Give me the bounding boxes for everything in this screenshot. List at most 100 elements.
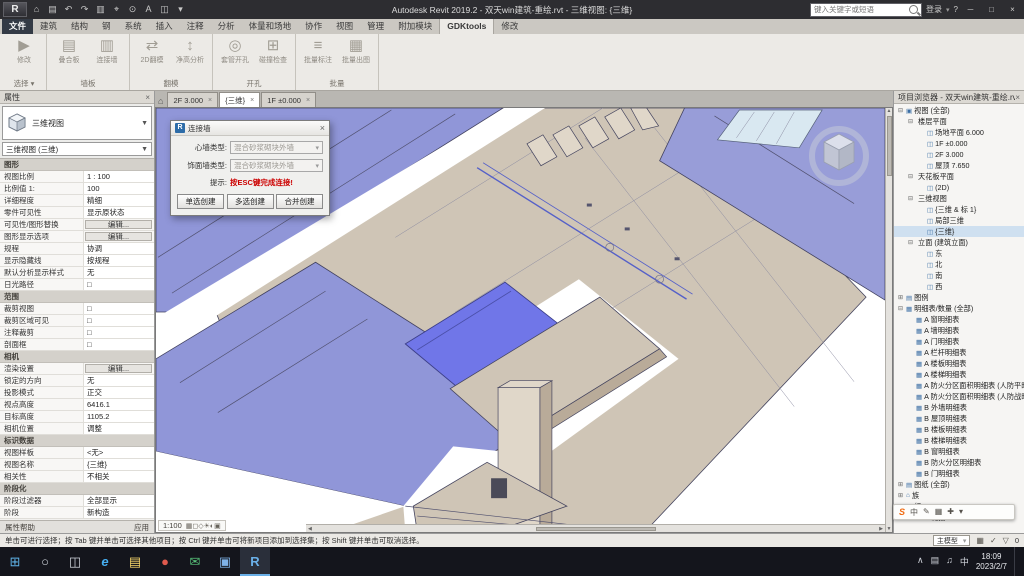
tree-item[interactable]: ⊟ ▣ 视图 (全部) bbox=[894, 105, 1024, 116]
tree-item[interactable]: ▦ B 屋顶明细表 bbox=[894, 413, 1024, 424]
view-tab-close-icon[interactable]: × bbox=[208, 97, 212, 104]
tree-item[interactable]: ⊞ ▤ 图例 bbox=[894, 292, 1024, 303]
tree-item[interactable]: ⊟ 天花板平面 bbox=[894, 171, 1024, 182]
tree-item[interactable]: ⊞ ⌂ 族 bbox=[894, 490, 1024, 501]
ribbon-tab[interactable]: 附加模块 bbox=[391, 19, 439, 34]
ribbon-button[interactable]: ◎套管开孔 bbox=[217, 35, 253, 78]
tree-item[interactable]: ▦ A 防火分区面积明细表 (人防战时) bbox=[894, 391, 1024, 402]
ribbon-tab[interactable]: 体量和场地 bbox=[242, 19, 299, 34]
property-row[interactable]: 图形显示选项编辑... bbox=[0, 231, 154, 243]
qat-button-icon[interactable]: ⌂ bbox=[29, 2, 44, 17]
qat-button-icon[interactable]: ◫ bbox=[157, 2, 172, 17]
scroll-up-icon[interactable]: ▲ bbox=[887, 108, 892, 114]
ime-logo-icon[interactable]: S bbox=[899, 507, 905, 517]
property-row[interactable]: 显示隐藏线按规程 bbox=[0, 255, 154, 267]
minimize-button[interactable]: ─ bbox=[962, 2, 979, 17]
qat-button-icon[interactable]: ▤ bbox=[45, 2, 60, 17]
property-row[interactable]: 视图比例1 : 100 bbox=[0, 171, 154, 183]
tree-item[interactable]: ▦ B 楼梯明细表 bbox=[894, 435, 1024, 446]
tree-item[interactable]: ⊟ ▦ 明细表/数量 (全部) bbox=[894, 303, 1024, 314]
ribbon-tab[interactable]: 插入 bbox=[149, 19, 180, 34]
tree-item[interactable]: ▦ A 楼板明细表 bbox=[894, 358, 1024, 369]
taskbar-app-icon[interactable]: ▣ bbox=[210, 547, 240, 576]
ime-mode-icon[interactable]: ✚ bbox=[947, 507, 954, 518]
property-row[interactable]: 视图样板<无> bbox=[0, 447, 154, 459]
tree-item[interactable]: ⊟ 楼层平面 bbox=[894, 116, 1024, 127]
ribbon-button[interactable]: ↕净高分析 bbox=[172, 35, 208, 78]
tree-item[interactable]: ⊞ ▤ 图纸 (全部) bbox=[894, 479, 1024, 490]
project-browser-close-icon[interactable]: × bbox=[1015, 93, 1020, 102]
tree-item[interactable]: ▦ B 外墙明细表 bbox=[894, 402, 1024, 413]
property-value[interactable]: 全部显示 bbox=[84, 495, 154, 506]
property-value[interactable]: 6416.1 bbox=[84, 399, 154, 410]
property-row[interactable]: 可见性/图形替换编辑... bbox=[0, 219, 154, 231]
apply-button[interactable]: 应用 bbox=[134, 522, 149, 533]
tree-item[interactable]: ▦ B 窗明细表 bbox=[894, 446, 1024, 457]
tree-expander-icon[interactable]: ⊟ bbox=[907, 195, 914, 202]
ribbon-tab[interactable]: 分析 bbox=[211, 19, 242, 34]
ime-mode-icon[interactable]: ▦ bbox=[935, 507, 943, 518]
taskbar-app-icon[interactable]: ● bbox=[150, 547, 180, 576]
wall-type-select[interactable]: 混合砂浆砌块外墙▾ bbox=[230, 141, 323, 154]
view-tab-close-icon[interactable]: × bbox=[250, 97, 254, 104]
view-tab-active[interactable]: {三维}× bbox=[219, 92, 260, 107]
home-view-icon[interactable]: ⌂ bbox=[158, 96, 163, 106]
scroll-left-icon[interactable]: ◀ bbox=[308, 526, 312, 532]
qat-button-icon[interactable]: ↶ bbox=[61, 2, 76, 17]
scroll-right-icon[interactable]: ▶ bbox=[879, 526, 883, 532]
tree-item[interactable]: ◫ 南 bbox=[894, 270, 1024, 281]
ribbon-button[interactable]: ▦批量出图 bbox=[338, 35, 374, 78]
property-value[interactable]: 1105.2 bbox=[84, 411, 154, 422]
taskbar-app-icon[interactable]: ▤ bbox=[120, 547, 150, 576]
property-row[interactable]: 目标高度1105.2 bbox=[0, 411, 154, 423]
tree-expander-icon[interactable]: ⊞ bbox=[897, 492, 904, 499]
taskbar-app-icon[interactable]: ✉ bbox=[180, 547, 210, 576]
property-value[interactable]: □ bbox=[84, 303, 154, 314]
dialog-close-icon[interactable]: × bbox=[320, 123, 325, 133]
taskbar-app-icon[interactable]: R bbox=[240, 547, 270, 576]
close-button[interactable]: × bbox=[1004, 2, 1021, 17]
tree-item[interactable]: ◫ (2D) bbox=[894, 182, 1024, 193]
status-check-icon[interactable]: ✓ bbox=[990, 536, 997, 545]
property-value[interactable]: 调整 bbox=[84, 423, 154, 434]
ime-mode-icon[interactable]: ✎ bbox=[923, 507, 930, 518]
tree-expander-icon[interactable]: ⊞ bbox=[897, 294, 904, 301]
tree-expander-icon[interactable]: ⊟ bbox=[907, 173, 914, 180]
ribbon-tab[interactable]: 建筑 bbox=[33, 19, 64, 34]
qat-button-icon[interactable]: A bbox=[141, 2, 156, 17]
instance-selector[interactable]: 三维视图 (三维) ▼ bbox=[2, 142, 152, 156]
tray-icon[interactable]: ♫ bbox=[946, 555, 953, 568]
taskbar-app-icon[interactable]: ⊞ bbox=[0, 547, 30, 576]
ribbon-button[interactable]: ⊞碰撞检查 bbox=[255, 35, 291, 78]
property-value[interactable]: 1 : 100 bbox=[84, 171, 154, 182]
tree-item[interactable]: ◫ 2F 3.000 bbox=[894, 149, 1024, 160]
view-control-icon[interactable]: ▣ bbox=[214, 523, 221, 530]
property-row[interactable]: 日光路径□ bbox=[0, 279, 154, 291]
property-row[interactable]: 剖面框□ bbox=[0, 339, 154, 351]
tree-expander-icon[interactable]: ⊟ bbox=[907, 239, 914, 246]
qat-button-icon[interactable]: ⌖ bbox=[109, 2, 124, 17]
property-value[interactable]: 显示原状态 bbox=[84, 207, 154, 218]
property-value[interactable]: <无> bbox=[84, 447, 154, 458]
property-row[interactable]: 阶段过滤器全部显示 bbox=[0, 495, 154, 507]
property-value[interactable]: □ bbox=[84, 327, 154, 338]
ribbon-tab[interactable]: 视图 bbox=[329, 19, 360, 34]
property-row[interactable]: 默认分析显示样式无 bbox=[0, 267, 154, 279]
tree-item[interactable]: ▦ B 门明细表 bbox=[894, 468, 1024, 479]
property-row[interactable]: 详细程度精细 bbox=[0, 195, 154, 207]
property-row[interactable]: 视点高度6416.1 bbox=[0, 399, 154, 411]
type-selector-caret-icon[interactable]: ▼ bbox=[141, 120, 148, 127]
property-value[interactable]: □ bbox=[84, 315, 154, 326]
property-row[interactable]: 锁定的方向无 bbox=[0, 375, 154, 387]
ribbon-tab[interactable]: 注释 bbox=[180, 19, 211, 34]
scroll-thumb[interactable] bbox=[536, 527, 656, 531]
tree-item[interactable]: ⊟ 立面 (建筑立面) bbox=[894, 237, 1024, 248]
tray-icon[interactable]: ∧ bbox=[917, 555, 924, 568]
scale-button[interactable]: 1:100 bbox=[163, 521, 182, 530]
property-row[interactable]: 裁剪区域可见□ bbox=[0, 315, 154, 327]
search-input[interactable] bbox=[811, 5, 909, 14]
property-value[interactable]: 编辑... bbox=[85, 232, 152, 241]
tree-item[interactable]: ◫ {三维} bbox=[894, 226, 1024, 237]
workset-select[interactable]: 主模型▾ bbox=[933, 535, 971, 546]
signin-button[interactable]: 登录 bbox=[926, 4, 942, 15]
